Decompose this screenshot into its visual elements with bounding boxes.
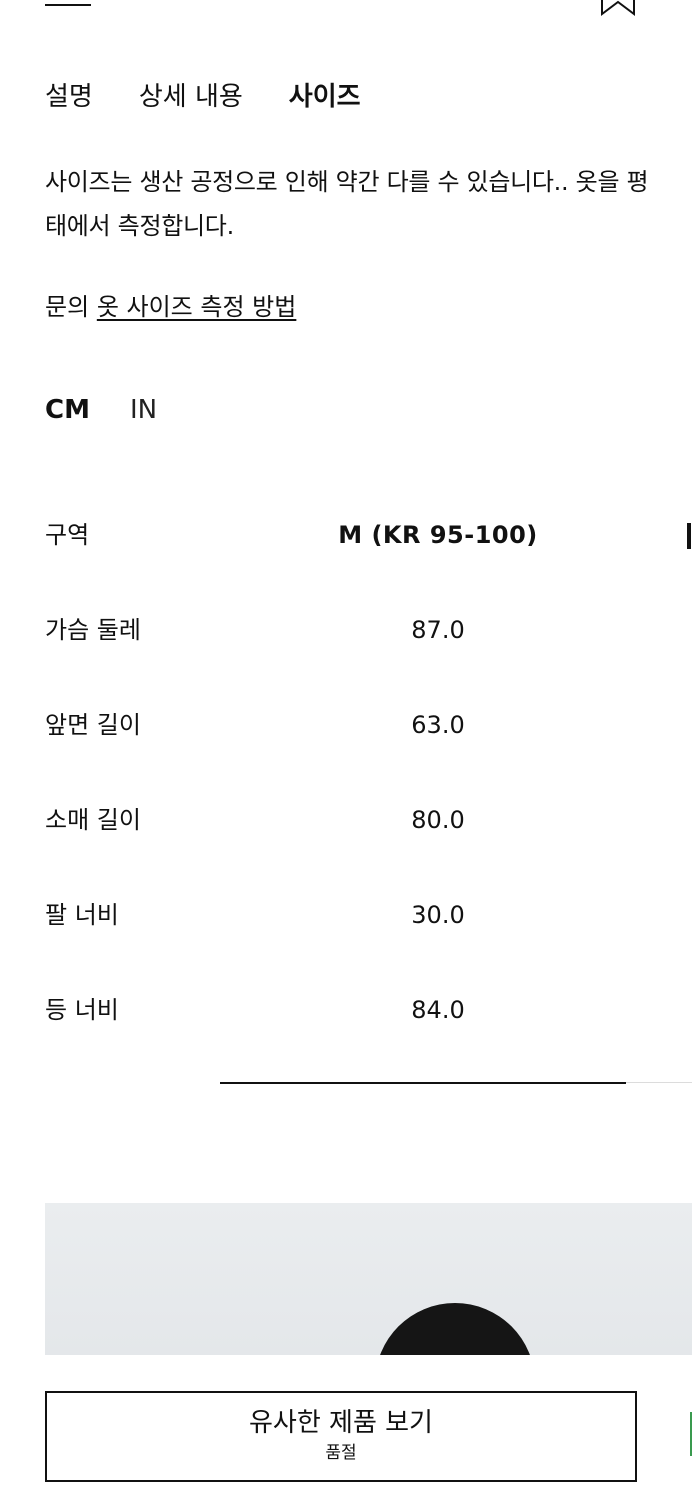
unit-cm-button[interactable]: CM <box>45 393 90 427</box>
tab-description[interactable]: 설명 <box>45 80 93 114</box>
row-label: 팔 너비 <box>45 901 119 929</box>
table-row: 앞면 길이 63.0 <box>45 705 692 800</box>
row-value: 87.0 <box>411 616 465 644</box>
unit-in-button[interactable]: IN <box>130 393 157 427</box>
bookmark-icon[interactable] <box>600 0 636 16</box>
unit-toggle: CM IN <box>45 393 197 427</box>
menu-line-icon[interactable] <box>45 4 91 6</box>
size-links: 문의 옷 사이즈 측정 방법 <box>45 290 296 324</box>
table-row: 소매 길이 80.0 <box>45 800 692 895</box>
tab-details[interactable]: 상세 내용 <box>139 80 243 114</box>
size-column-header: M (KR 95-100) <box>338 521 538 549</box>
row-value: 30.0 <box>411 901 465 929</box>
size-note-line1: 사이즈는 생산 공정으로 인해 약간 다를 수 있습니다.. 옷을 평 <box>45 168 649 196</box>
how-to-measure-link[interactable]: 옷 사이즈 측정 방법 <box>97 293 297 321</box>
view-similar-button[interactable]: 유사한 제품 보기 품절 <box>45 1391 637 1482</box>
next-column-cutoff <box>687 523 691 549</box>
view-similar-label: 유사한 제품 보기 <box>249 1408 433 1438</box>
inquiry-label: 문의 <box>45 293 90 321</box>
sold-out-label: 품절 <box>325 1443 357 1463</box>
size-note: 사이즈는 생산 공정으로 인해 약간 다를 수 있습니다.. 옷을 평 태에서 … <box>45 160 692 248</box>
product-info-tabs: 설명 상세 내용 사이즈 <box>45 80 407 114</box>
model-hair <box>375 1303 535 1355</box>
row-label: 앞면 길이 <box>45 711 141 739</box>
tab-size[interactable]: 사이즈 <box>289 80 361 114</box>
row-label: 등 너비 <box>45 996 119 1024</box>
table-row: 가슴 둘레 87.0 <box>45 610 692 705</box>
table-row: 등 너비 84.0 <box>45 990 692 1085</box>
row-value: 63.0 <box>411 711 465 739</box>
size-note-line2: 태에서 측정합니다. <box>45 212 234 240</box>
row-value: 80.0 <box>411 806 465 834</box>
row-label: 소매 길이 <box>45 806 141 834</box>
size-table: 구역 M (KR 95-100) 가슴 둘레 87.0 앞면 길이 63.0 소… <box>45 515 692 1085</box>
size-table-header: 구역 M (KR 95-100) <box>45 515 692 610</box>
table-row: 팔 너비 30.0 <box>45 895 692 990</box>
row-label: 가슴 둘레 <box>45 616 141 644</box>
row-value: 84.0 <box>411 996 465 1024</box>
product-image[interactable] <box>45 1203 692 1355</box>
table-scrollbar-thumb[interactable] <box>220 1082 626 1084</box>
area-header: 구역 <box>45 521 90 549</box>
